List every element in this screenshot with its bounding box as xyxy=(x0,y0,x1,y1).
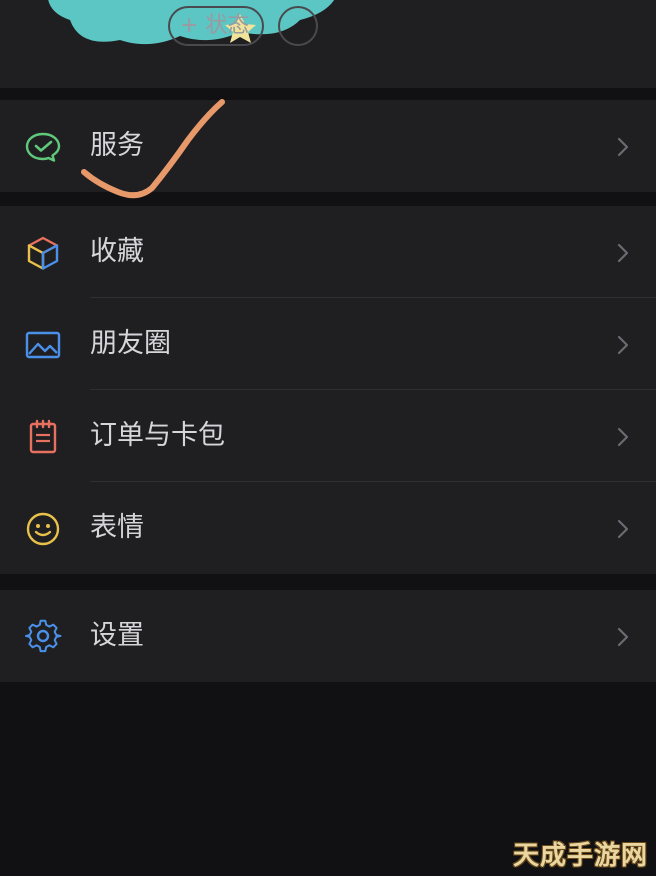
notepad-icon xyxy=(24,418,62,456)
menu-item-settings-label: 设置 xyxy=(90,620,144,651)
chevron-right-icon xyxy=(616,334,630,356)
cube-icon xyxy=(24,234,62,272)
chevron-right-icon xyxy=(616,626,630,648)
menu-item-orders-label: 订单与卡包 xyxy=(90,420,225,451)
image-icon xyxy=(24,326,62,364)
menu-item-favorites-label: 收藏 xyxy=(90,236,144,267)
chevron-right-icon xyxy=(616,518,630,540)
menu-item-favorites[interactable]: 收藏 xyxy=(0,206,656,298)
menu-item-stickers[interactable]: 表情 xyxy=(0,482,656,574)
menu-item-moments[interactable]: 朋友圈 xyxy=(0,298,656,390)
menu-item-settings[interactable]: 设置 xyxy=(0,590,656,682)
profile-header: + 状态 xyxy=(0,0,656,88)
menu-item-moments-label: 朋友圈 xyxy=(90,328,171,359)
status-button[interactable]: + 状态 xyxy=(168,6,264,46)
watermark-logo: 天成手游网 xyxy=(512,841,648,871)
wechat-me-page: + 状态 服务 收藏 朋友圈 订单与卡包 表情 设置 天成手游网 xyxy=(0,0,656,876)
services-group: 服务 xyxy=(0,100,656,192)
more-status-button[interactable] xyxy=(278,6,318,46)
chevron-right-icon xyxy=(616,136,630,158)
chevron-right-icon xyxy=(616,242,630,264)
menu-item-stickers-label: 表情 xyxy=(90,512,144,543)
smiley-icon xyxy=(24,510,62,548)
gear-icon xyxy=(24,618,62,656)
wechat-pay-icon xyxy=(24,128,62,166)
settings-group: 设置 xyxy=(0,590,656,682)
menu-item-services[interactable]: 服务 xyxy=(0,100,656,192)
menu-item-services-label: 服务 xyxy=(90,130,144,161)
menu-item-orders[interactable]: 订单与卡包 xyxy=(0,390,656,482)
chevron-right-icon xyxy=(616,426,630,448)
features-group: 收藏 朋友圈 订单与卡包 表情 xyxy=(0,206,656,574)
